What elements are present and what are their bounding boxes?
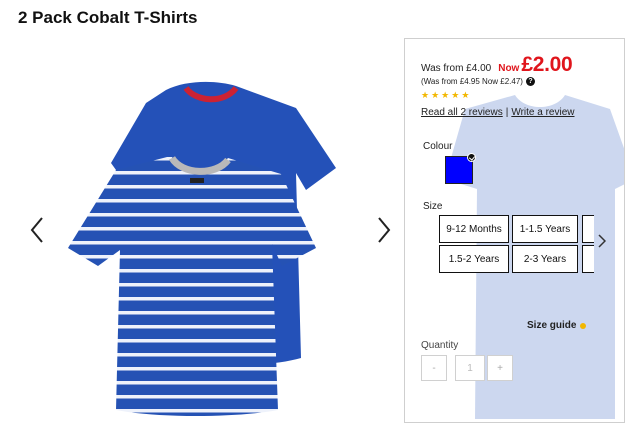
chevron-right-icon <box>378 217 391 243</box>
star-icon: ★ <box>431 90 440 100</box>
sub-price: (Was from £4.95 Now £2.47) ? <box>421 77 535 86</box>
star-icon: ★ <box>451 90 460 100</box>
size-option-1-1-5-years[interactable]: 1-1.5 Years <box>512 215 578 243</box>
now-price: £2.00 <box>521 53 573 76</box>
size-option-1-5-2-years[interactable]: 1.5-2 Years <box>439 245 509 273</box>
colour-swatch-blue[interactable] <box>445 153 476 184</box>
quantity-increase-button[interactable]: + <box>487 355 513 381</box>
reviews-links: Read all 2 reviews | Write a review <box>421 107 575 118</box>
chevron-right-icon <box>598 234 606 248</box>
chevron-left-icon <box>30 217 43 243</box>
size-option-2-3-years[interactable]: 2-3 Years <box>512 245 578 273</box>
sub-price-text: (Was from £4.95 Now £2.47) <box>421 77 523 86</box>
reviews-separator: | <box>505 107 509 118</box>
gallery-next-button[interactable] <box>374 212 394 248</box>
was-price: Was from £4.00 <box>421 63 492 74</box>
size-guide-icon <box>580 322 587 329</box>
size-guide-label: Size guide <box>527 320 577 331</box>
quantity-decrease-button[interactable]: - <box>421 355 447 381</box>
product-gallery <box>20 60 400 423</box>
star-icon: ★ <box>441 90 450 100</box>
star-icon: ★ <box>421 90 430 100</box>
product-image <box>68 81 336 416</box>
size-next-button[interactable] <box>591 229 613 253</box>
quantity-input[interactable]: 1 <box>455 355 485 381</box>
product-title: 2 Pack Cobalt T-Shirts <box>18 8 198 27</box>
product-detail-panel: Was from £4.00 Now £2.00 (Was from £4.95… <box>404 38 625 423</box>
write-review-link[interactable]: Write a review <box>511 107 574 118</box>
star-rating: ★ ★ ★ ★ ★ <box>421 91 469 100</box>
check-icon <box>467 153 476 162</box>
star-icon: ★ <box>461 90 470 100</box>
read-reviews-link[interactable]: Read all 2 reviews <box>421 107 503 118</box>
size-label: Size <box>423 201 443 212</box>
price-row: Was from £4.00 Now £2.00 <box>421 53 573 77</box>
quantity-label: Quantity <box>421 340 459 351</box>
gallery-prev-button[interactable] <box>27 212 47 248</box>
size-guide-link[interactable]: Size guide <box>527 320 587 331</box>
colour-label: Colour <box>423 141 453 152</box>
size-option-9-12-months[interactable]: 9-12 Months <box>439 215 509 243</box>
now-label: Now <box>498 63 520 74</box>
question-circle-icon[interactable]: ? <box>525 77 535 86</box>
